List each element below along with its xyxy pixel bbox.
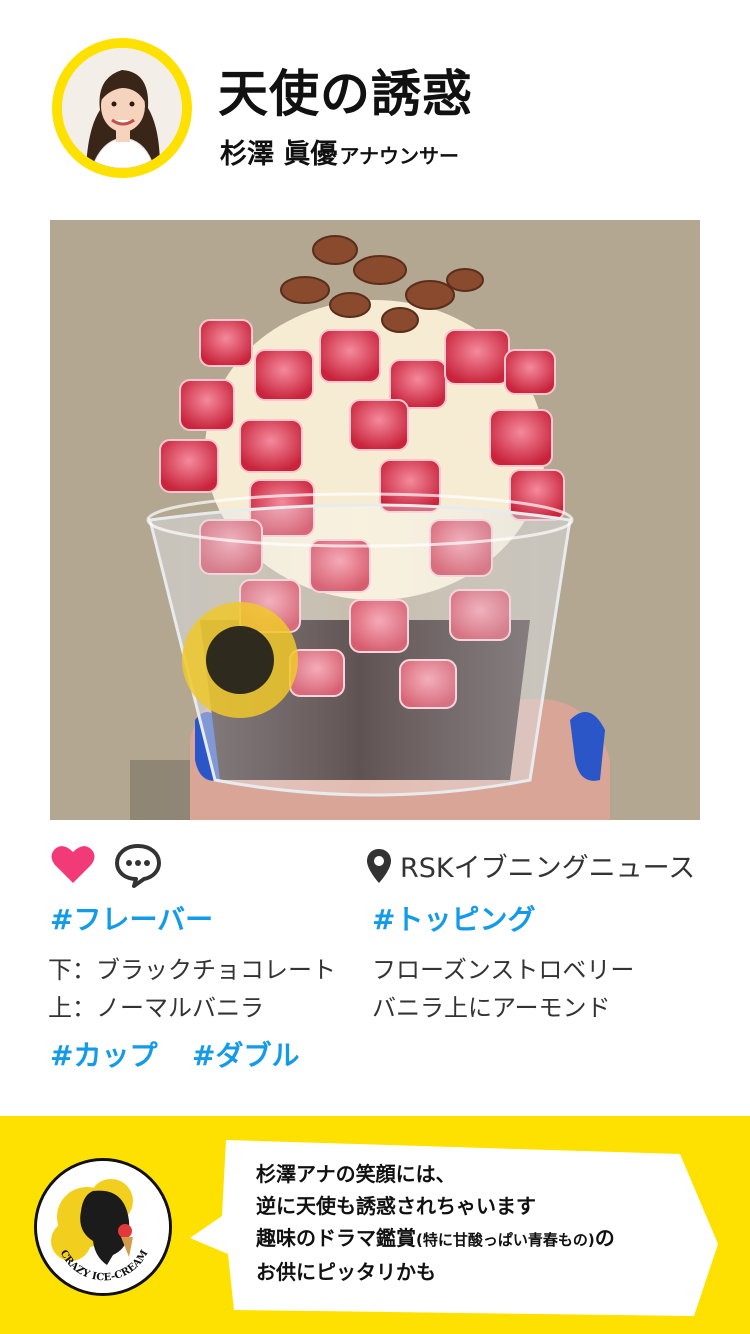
- location-tag[interactable]: RSKイブニングニュース: [366, 846, 695, 885]
- ice-cream-photo[interactable]: [50, 220, 700, 820]
- topping-hashtag[interactable]: #トッピング: [372, 898, 535, 938]
- crazy-ice-cream-logo: CRAZY ICE-CREAM: [37, 1161, 169, 1293]
- size-hashtag[interactable]: #ダブル: [192, 1034, 299, 1074]
- comment-line-3-note: (特に甘酸っぱい青春もの): [416, 1231, 595, 1249]
- comment-line-3-main: 趣味のドラマ鑑賞: [256, 1226, 416, 1250]
- comment-line-2: 逆に天使も誘惑されちゃいます: [256, 1194, 536, 1218]
- flavor-hashtag[interactable]: #フレーバー: [50, 898, 213, 938]
- shop-logo: CRAZY ICE-CREAM: [34, 1158, 172, 1296]
- flavor-line-1: 下：ブラックチョコレート: [48, 956, 336, 984]
- ice-cream-illustration: [50, 220, 700, 820]
- announcer-credit: 杉澤 眞優 アナウンサー: [220, 132, 459, 171]
- flavor-line-2: 上：ノーマルバニラ: [48, 994, 264, 1022]
- comment-line-3: 趣味のドラマ鑑賞(特に甘酸っぱい青春もの)の: [256, 1222, 696, 1256]
- topping-line-1: フローズンストロベリー: [372, 956, 635, 984]
- cup-hashtag[interactable]: #カップ: [50, 1034, 157, 1074]
- map-pin-icon: [367, 848, 391, 883]
- announcer-comment: 杉澤アナの笑顔には、 逆に天使も誘惑されちゃいます 趣味のドラマ鑑賞(特に甘酸っ…: [256, 1158, 696, 1288]
- comment-line-1: 杉澤アナの笑顔には、: [256, 1162, 456, 1186]
- avatar-ring: [52, 38, 192, 178]
- announcer-name: 杉澤 眞優: [220, 139, 338, 170]
- topping-line-2: バニラ上にアーモンド: [372, 994, 611, 1022]
- announcer-portrait: [62, 48, 182, 168]
- avatar[interactable]: [62, 48, 182, 168]
- announcer-role: アナウンサー: [339, 144, 460, 168]
- comment-line-4: お供にピッタリかも: [256, 1260, 436, 1284]
- comment-line-3-end: の: [594, 1226, 615, 1250]
- page-title: 天使の誘惑: [218, 65, 473, 123]
- heart-icon[interactable]: [50, 843, 96, 885]
- location-label: RSKイブニングニュース: [400, 853, 696, 884]
- comment-bubble-icon[interactable]: [114, 842, 162, 888]
